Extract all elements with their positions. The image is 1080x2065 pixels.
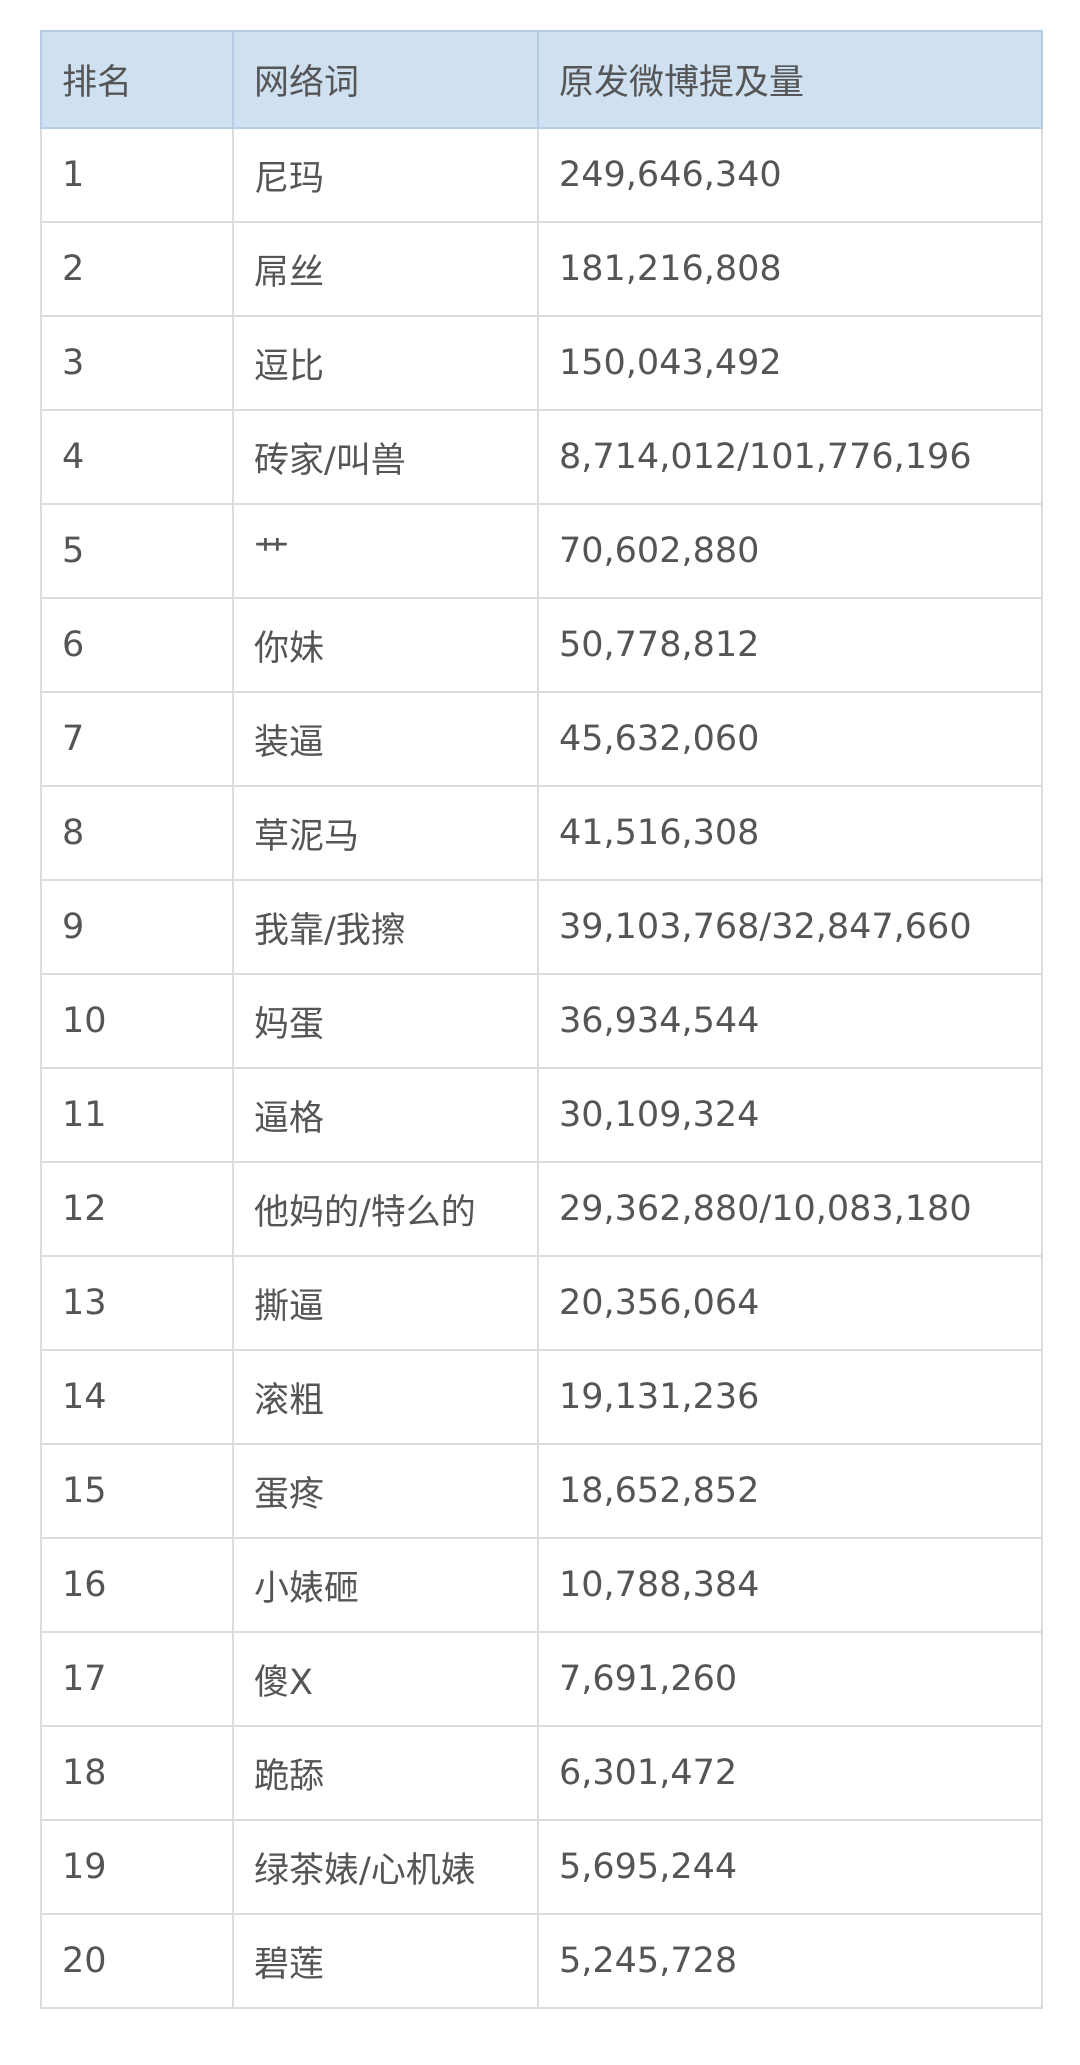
table-row: 9 我靠/我擦 39,103,768/32,847,660: [40, 879, 1043, 975]
rank-cell: 7: [40, 691, 234, 787]
count-cell: 7,691,260: [537, 1631, 1043, 1727]
rank-cell: 16: [40, 1537, 234, 1633]
count-cell: 5,695,244: [537, 1819, 1043, 1915]
rank-cell: 1: [40, 127, 234, 223]
count-cell: 10,788,384: [537, 1537, 1043, 1633]
word-cell: 妈蛋: [232, 973, 539, 1069]
table-row: 1 尼玛 249,646,340: [40, 127, 1043, 223]
count-cell: 19,131,236: [537, 1349, 1043, 1445]
word-cell: 他妈的/特么的: [232, 1161, 539, 1257]
word-cell: 滚粗: [232, 1349, 539, 1445]
table-row: 10 妈蛋 36,934,544: [40, 973, 1043, 1069]
table-body: 1 尼玛 249,646,340 2 屌丝 181,216,808 3 逗比 150,043,4…: [40, 127, 1043, 2009]
rank-cell: 20: [40, 1913, 234, 2009]
count-cell: 8,714,012/101,776,196: [537, 409, 1043, 505]
count-cell: 249,646,340: [537, 127, 1043, 223]
count-cell: 45,632,060: [537, 691, 1043, 787]
rank-cell: 4: [40, 409, 234, 505]
rank-cell: 2: [40, 221, 234, 317]
word-cell: 砖家/叫兽: [232, 409, 539, 505]
header-row: 排名 网络词 原发微博提及量: [40, 30, 1043, 129]
word-cell: 逼格: [232, 1067, 539, 1163]
word-cell: 我靠/我擦: [232, 879, 539, 975]
table-row: 17 傻X 7,691,260: [40, 1631, 1043, 1727]
table-row: 20 碧莲 5,245,728: [40, 1913, 1043, 2009]
rank-cell: 6: [40, 597, 234, 693]
rank-cell: 10: [40, 973, 234, 1069]
count-cell: 70,602,880: [537, 503, 1043, 599]
table-row: 8 草泥马 41,516,308: [40, 785, 1043, 881]
word-cell: 跪舔: [232, 1725, 539, 1821]
word-cell: 你妹: [232, 597, 539, 693]
word-cell: 绿茶婊/心机婊: [232, 1819, 539, 1915]
rank-cell: 18: [40, 1725, 234, 1821]
rank-cell: 19: [40, 1819, 234, 1915]
count-cell: 41,516,308: [537, 785, 1043, 881]
rank-cell: 12: [40, 1161, 234, 1257]
word-cell: 装逼: [232, 691, 539, 787]
word-cell: 蛋疼: [232, 1443, 539, 1539]
table-row: 3 逗比 150,043,492: [40, 315, 1043, 411]
rank-cell: 11: [40, 1067, 234, 1163]
table-row: 13 撕逼 20,356,064: [40, 1255, 1043, 1351]
count-cell: 150,043,492: [537, 315, 1043, 411]
table-row: 11 逼格 30,109,324: [40, 1067, 1043, 1163]
table-row: 16 小婊砸 10,788,384: [40, 1537, 1043, 1633]
table-row: 2 屌丝 181,216,808: [40, 221, 1043, 317]
count-cell: 181,216,808: [537, 221, 1043, 317]
ranking-table-container: 排名 网络词 原发微博提及量 1 尼玛 249,646,340 2 屌丝 181,216,…: [40, 30, 1043, 2009]
count-cell: 5,245,728: [537, 1913, 1043, 2009]
count-cell: 18,652,852: [537, 1443, 1043, 1539]
table-row: 19 绿茶婊/心机婊 5,695,244: [40, 1819, 1043, 1915]
rank-cell: 5: [40, 503, 234, 599]
count-cell: 29,362,880/10,083,180: [537, 1161, 1043, 1257]
table-row: 7 装逼 45,632,060: [40, 691, 1043, 787]
count-cell: 36,934,544: [537, 973, 1043, 1069]
word-cell: 小婊砸: [232, 1537, 539, 1633]
word-cell: 草泥马: [232, 785, 539, 881]
rank-cell: 15: [40, 1443, 234, 1539]
count-cell: 20,356,064: [537, 1255, 1043, 1351]
word-cell: 尼玛: [232, 127, 539, 223]
header-rank: 排名: [40, 30, 234, 129]
ranking-table: 排名 网络词 原发微博提及量 1 尼玛 249,646,340 2 屌丝 181,216,…: [40, 30, 1043, 2009]
table-row: 6 你妹 50,778,812: [40, 597, 1043, 693]
count-cell: 50,778,812: [537, 597, 1043, 693]
word-cell: 艹: [232, 503, 539, 599]
rank-cell: 3: [40, 315, 234, 411]
word-cell: 撕逼: [232, 1255, 539, 1351]
table-row: 18 跪舔 6,301,472: [40, 1725, 1043, 1821]
rank-cell: 17: [40, 1631, 234, 1727]
header-word: 网络词: [232, 30, 539, 129]
table-header: 排名 网络词 原发微博提及量: [40, 30, 1043, 129]
word-cell: 傻X: [232, 1631, 539, 1727]
rank-cell: 9: [40, 879, 234, 975]
header-count: 原发微博提及量: [537, 30, 1043, 129]
rank-cell: 14: [40, 1349, 234, 1445]
word-cell: 屌丝: [232, 221, 539, 317]
word-cell: 逗比: [232, 315, 539, 411]
table-row: 12 他妈的/特么的 29,362,880/10,083,180: [40, 1161, 1043, 1257]
rank-cell: 8: [40, 785, 234, 881]
word-cell: 碧莲: [232, 1913, 539, 2009]
count-cell: 39,103,768/32,847,660: [537, 879, 1043, 975]
table-row: 15 蛋疼 18,652,852: [40, 1443, 1043, 1539]
table-row: 14 滚粗 19,131,236: [40, 1349, 1043, 1445]
count-cell: 30,109,324: [537, 1067, 1043, 1163]
table-row: 4 砖家/叫兽 8,714,012/101,776,196: [40, 409, 1043, 505]
rank-cell: 13: [40, 1255, 234, 1351]
count-cell: 6,301,472: [537, 1725, 1043, 1821]
table-row: 5 艹 70,602,880: [40, 503, 1043, 599]
